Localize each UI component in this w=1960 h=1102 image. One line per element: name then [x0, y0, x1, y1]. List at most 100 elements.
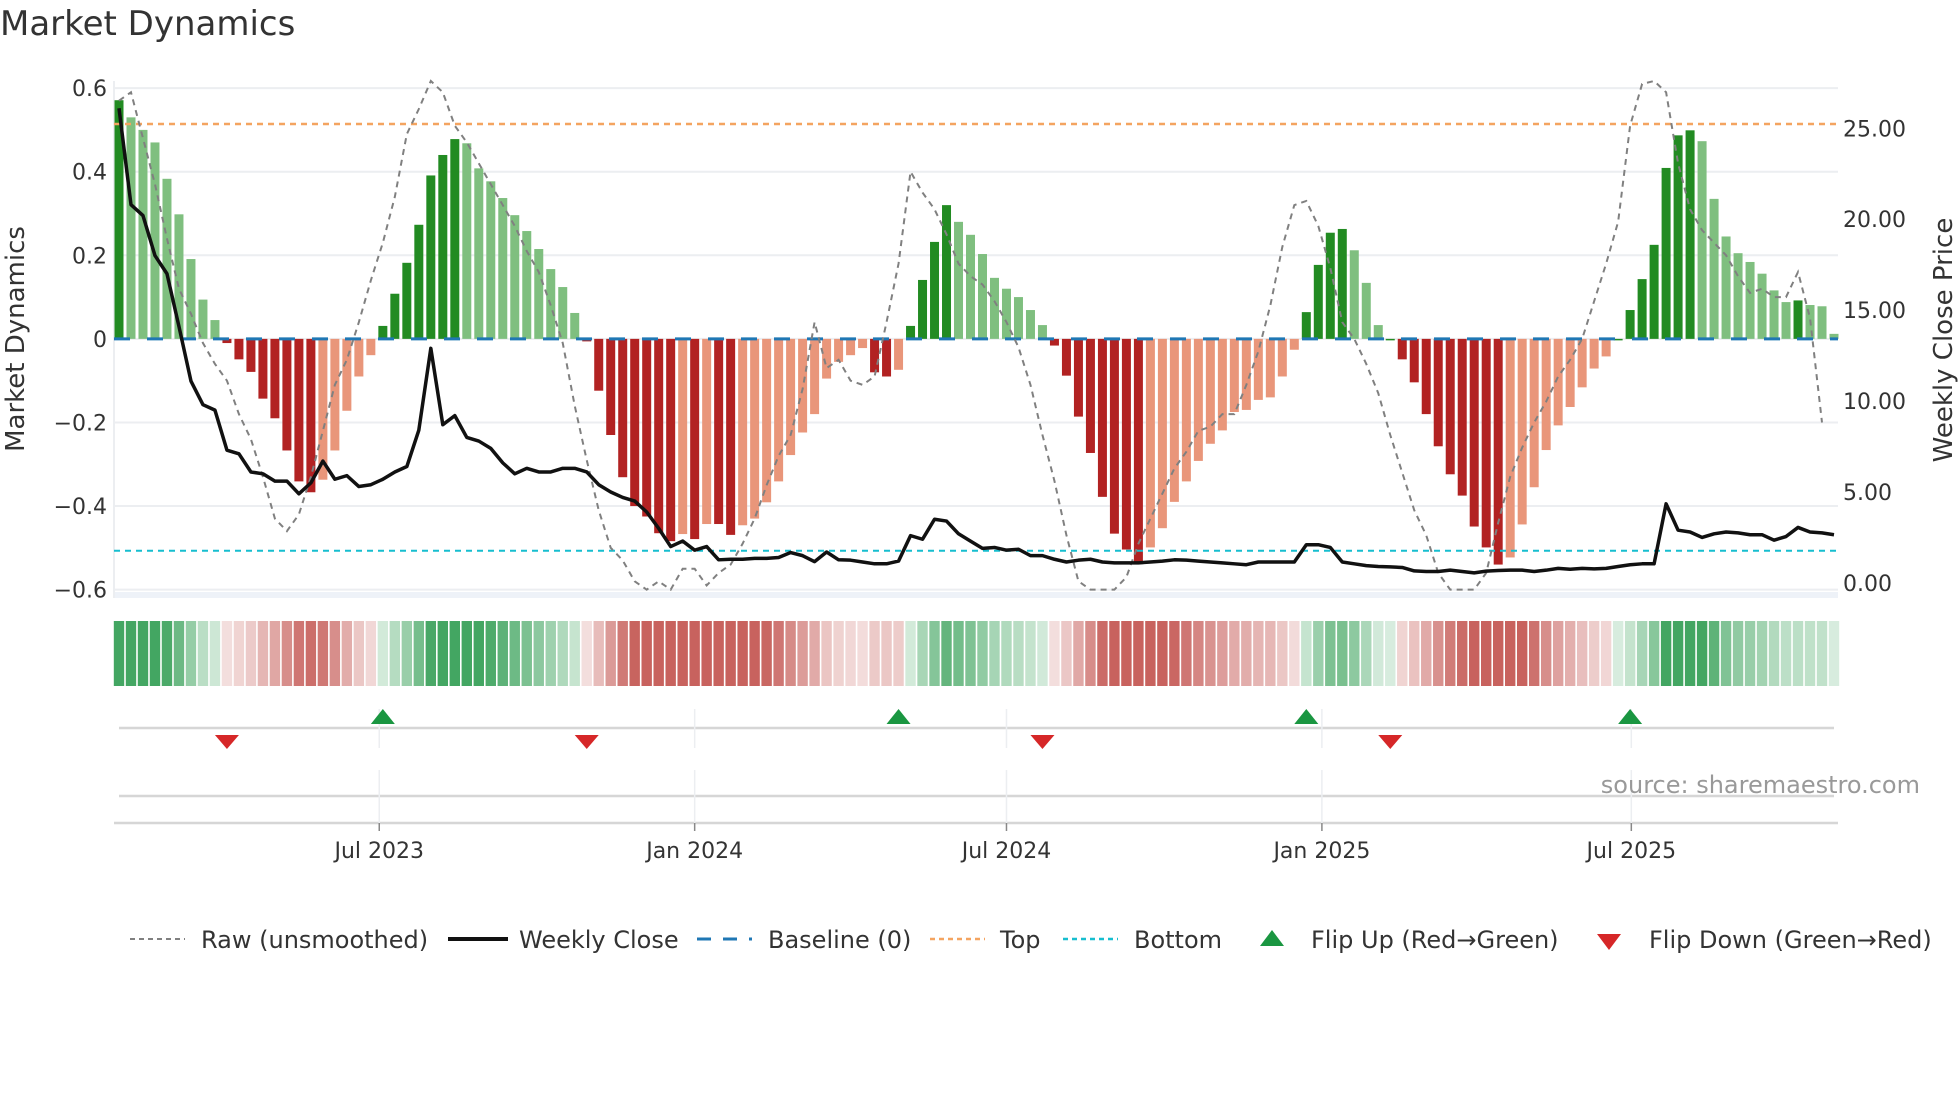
momentum-bar — [126, 117, 136, 339]
heat-cell — [1768, 621, 1780, 686]
momentum-bar — [1373, 325, 1383, 339]
momentum-bar — [1421, 338, 1431, 415]
heat-cell — [977, 621, 988, 686]
heat-cell — [1337, 621, 1348, 686]
y2-tick-label: 10.00 — [1843, 390, 1906, 415]
legend-item-flip-up[interactable]: Flip Up (Red→Green) — [1260, 926, 1559, 954]
y-tick-label: 0.4 — [72, 161, 107, 186]
momentum-bar — [858, 338, 868, 349]
momentum-bar — [930, 241, 940, 339]
momentum-bar — [690, 338, 700, 540]
momentum-bar — [966, 234, 976, 339]
legend-item-flip-down[interactable]: Flip Down (Green→Red) — [1597, 926, 1932, 954]
momentum-bar — [414, 224, 424, 339]
heat-cell — [473, 621, 484, 686]
momentum-bars — [114, 100, 1839, 565]
heat-cell — [161, 621, 173, 686]
momentum-bar — [989, 277, 999, 339]
momentum-bar — [1577, 338, 1587, 388]
momentum-bar — [1121, 338, 1131, 550]
momentum-bar — [1481, 338, 1491, 548]
heat-cell — [989, 621, 1000, 686]
heat-cell — [449, 621, 461, 686]
heat-cell — [1049, 621, 1060, 686]
heat-cell — [317, 621, 329, 686]
heat-cell — [1552, 621, 1564, 686]
y-axis-title: Market Dynamics — [1, 226, 31, 452]
heat-cell — [1133, 621, 1144, 686]
momentum-bar — [498, 198, 508, 339]
heat-cell — [1457, 621, 1468, 686]
y-tick-label: 0.2 — [72, 244, 107, 269]
heat-cell — [881, 621, 892, 686]
heat-cell — [1241, 621, 1252, 686]
heat-cell — [353, 621, 365, 686]
momentum-bar — [762, 338, 772, 503]
y2-tick-label: 25.00 — [1843, 117, 1906, 142]
heat-cell — [821, 621, 832, 686]
y2-tick-label: 15.00 — [1843, 299, 1906, 324]
momentum-bar — [570, 312, 580, 339]
heat-cell — [797, 621, 808, 686]
momentum-bar — [822, 338, 832, 379]
legend-item-bottom[interactable]: Bottom — [1063, 926, 1222, 954]
momentum-bar — [1685, 130, 1695, 339]
heat-cell — [629, 621, 640, 686]
momentum-bar — [726, 338, 736, 535]
x-tick-label: Jan 2025 — [1271, 839, 1370, 864]
momentum-bar — [522, 231, 532, 339]
heat-cell — [1085, 621, 1096, 686]
momentum-bar — [1817, 306, 1827, 339]
momentum-bar — [1625, 310, 1635, 339]
momentum-bar — [1469, 338, 1479, 527]
heat-cell — [869, 621, 880, 686]
momentum-bar — [1397, 338, 1407, 360]
triangle-up-icon — [1260, 930, 1284, 946]
legend-label: Baseline (0) — [768, 926, 911, 954]
heat-cell — [1481, 621, 1492, 686]
heat-cell — [761, 621, 772, 686]
heat-cell — [1217, 621, 1228, 686]
momentum-bar — [1661, 167, 1671, 339]
momentum-bar — [294, 338, 304, 482]
heat-cell — [605, 621, 616, 686]
legend-item-close[interactable]: Weekly Close — [448, 926, 679, 954]
momentum-bar — [270, 338, 280, 419]
legend-item-raw[interactable]: Raw (unsmoothed) — [130, 926, 428, 954]
heat-cell — [1433, 621, 1444, 686]
heat-cell — [1720, 621, 1732, 686]
momentum-bar — [1589, 338, 1599, 369]
momentum-bar — [162, 178, 172, 339]
heat-cell — [1229, 621, 1240, 686]
legend-item-baseline[interactable]: Baseline (0) — [697, 926, 911, 954]
legend-item-top[interactable]: Top — [930, 926, 1041, 954]
heat-cell — [1516, 621, 1528, 686]
heat-cell — [545, 621, 556, 686]
heat-cell — [1528, 621, 1540, 686]
plot-bottom-band — [114, 592, 1838, 598]
momentum-bar — [1001, 288, 1011, 339]
heat-cell — [689, 621, 700, 686]
heat-cell — [221, 621, 233, 686]
heat-cell — [1636, 621, 1648, 686]
legend-label: Flip Down (Green→Red) — [1649, 926, 1932, 954]
heat-cell — [809, 621, 820, 686]
momentum-bar — [138, 129, 148, 339]
heat-cell — [1061, 621, 1072, 686]
heat-cell — [641, 621, 652, 686]
heat-cell — [1792, 621, 1804, 686]
heat-cell — [1708, 621, 1720, 686]
momentum-bar — [1349, 250, 1359, 339]
heat-cell — [1804, 621, 1816, 686]
momentum-bar — [534, 249, 544, 339]
momentum-bar — [1133, 338, 1143, 563]
heat-cell — [1349, 621, 1360, 686]
heat-cell — [1600, 621, 1612, 686]
momentum-bar — [642, 338, 652, 517]
momentum-bar — [1637, 279, 1647, 339]
momentum-bar — [954, 221, 964, 339]
heat-cell — [785, 621, 796, 686]
y2-tick-label: 0.00 — [1843, 572, 1892, 597]
momentum-bar — [786, 338, 796, 456]
heat-cell — [1181, 621, 1192, 686]
